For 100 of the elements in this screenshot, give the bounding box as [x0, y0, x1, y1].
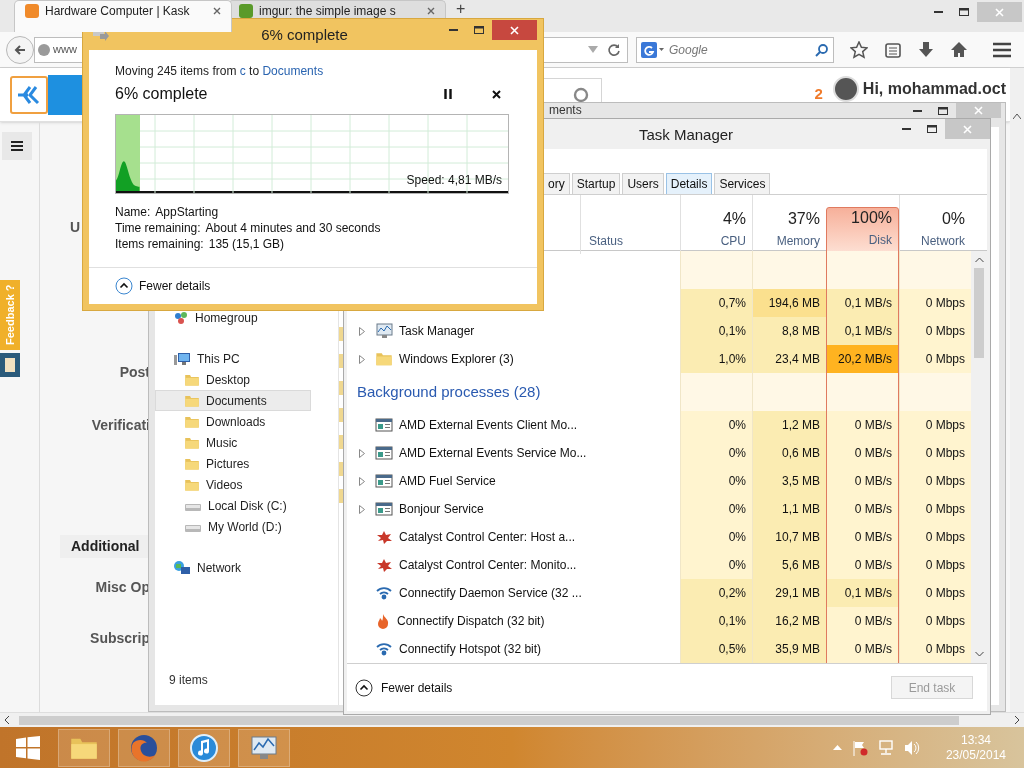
nav-item[interactable]: This PC: [155, 348, 311, 369]
usage-cell: 0 MB/s: [826, 439, 899, 467]
detail-label: Items remaining:: [115, 236, 204, 253]
menu-icon[interactable]: [992, 41, 1012, 58]
expand-icon[interactable]: [359, 476, 365, 486]
process-name[interactable]: Connectify Hotspot (32 bit): [399, 640, 542, 658]
nav-item[interactable]: Local Disk (C:): [155, 495, 311, 516]
browser-tab[interactable]: Hardware Computer | Kask: [14, 0, 232, 32]
fewer-details-button[interactable]: Fewer details: [115, 277, 211, 295]
search-input[interactable]: Google: [669, 40, 811, 59]
nav-item[interactable]: Pictures: [155, 453, 311, 474]
speed-reading: Speed: 4,81 MB/s: [406, 172, 502, 189]
star-icon[interactable]: [850, 40, 868, 59]
process-name[interactable]: Connectify Daemon Service (32 ...: [399, 584, 582, 602]
vertical-scrollbar[interactable]: [971, 251, 987, 663]
form-label: Subscrip: [90, 629, 150, 648]
folder-edge-icon: [339, 354, 343, 368]
process-name[interactable]: Bonjour Service: [399, 500, 484, 518]
usage-cell: 0 Mbps: [899, 579, 971, 607]
scroll-right-icon[interactable]: [1015, 716, 1020, 724]
taskbar-button[interactable]: [58, 728, 110, 767]
homegroup-icon: [173, 310, 189, 325]
usage-cell: 0%: [680, 411, 752, 439]
process-name[interactable]: Catalyst Control Center: Monito...: [399, 556, 577, 574]
usage-cell: 23,4 MB: [752, 345, 826, 373]
expand-icon[interactable]: [359, 504, 365, 514]
dropdown-caret-icon[interactable]: [588, 46, 598, 53]
status-text: 9 items: [168, 672, 209, 689]
home-icon[interactable]: [950, 40, 968, 59]
scroll-down-icon[interactable]: [974, 652, 984, 657]
folder-icon: [184, 414, 200, 429]
usage-cell: 1,1 MB: [752, 495, 826, 523]
taskbar-button[interactable]: [118, 728, 170, 767]
avatar[interactable]: [832, 75, 859, 102]
nav-item[interactable]: Network: [155, 557, 311, 578]
vertical-scrollbar[interactable]: [1010, 68, 1024, 712]
scroll-thumb[interactable]: [19, 715, 959, 725]
tab[interactable]: Services: [714, 173, 771, 194]
column-header[interactable]: 100% Disk: [826, 207, 899, 254]
column-header[interactable]: Status: [589, 232, 624, 250]
nav-item[interactable]: Videos: [155, 474, 311, 495]
group-heading[interactable]: Background processes (28): [357, 380, 541, 404]
scroll-left-icon[interactable]: [4, 716, 9, 724]
download-icon[interactable]: [918, 40, 934, 59]
flag-icon[interactable]: [851, 739, 868, 756]
tab[interactable]: ory: [543, 173, 570, 194]
usage-cell: [899, 251, 971, 289]
user-greeting[interactable]: Hi, mohammad.oct: [862, 76, 1006, 101]
process-name[interactable]: AMD External Events Service Mo...: [399, 444, 587, 462]
usage-cell: 5,6 MB: [752, 551, 826, 579]
process-name[interactable]: Windows Explorer (3): [399, 350, 514, 368]
nav-item[interactable]: Downloads: [155, 411, 311, 432]
form-label: Verificati: [91, 416, 150, 435]
scroll-up-icon[interactable]: [974, 257, 984, 262]
process-name[interactable]: AMD Fuel Service: [399, 472, 496, 490]
back-button[interactable]: [6, 35, 34, 64]
nav-item[interactable]: Documents: [155, 390, 311, 411]
nav-item[interactable]: Desktop: [155, 369, 311, 390]
reading-list-icon[interactable]: [884, 40, 902, 59]
search-icon[interactable]: [815, 42, 829, 57]
feedback-icon[interactable]: [0, 353, 20, 377]
hamburger-button[interactable]: [2, 132, 32, 160]
search-field[interactable]: Google: [636, 36, 834, 63]
fewer-details-button[interactable]: Fewer details: [355, 678, 453, 697]
reload-icon[interactable]: [607, 42, 621, 57]
process-name[interactable]: Connectify Dispatch (32 bit): [397, 612, 545, 630]
nav-item[interactable]: Homegroup: [155, 307, 311, 328]
process-name[interactable]: Catalyst Control Center: Host a...: [399, 528, 576, 546]
tab[interactable]: Details: [665, 173, 713, 194]
new-tab-button[interactable]: +: [456, 1, 466, 17]
process-name[interactable]: AMD External Events Client Mo...: [399, 416, 578, 434]
search-engine-icon[interactable]: [641, 41, 665, 58]
wifi-icon: [375, 641, 393, 657]
folder-icon: [375, 351, 393, 367]
close-icon[interactable]: [492, 89, 501, 99]
tab[interactable]: Startup: [571, 173, 621, 194]
scroll-up-icon[interactable]: [1013, 114, 1021, 119]
search-icon[interactable]: [573, 86, 589, 103]
tab[interactable]: Users: [622, 173, 664, 194]
taskbar-button[interactable]: [178, 728, 230, 767]
pause-icon[interactable]: [444, 89, 452, 99]
expand-icon[interactable]: [359, 448, 365, 458]
folder-edge-icon: [339, 408, 343, 422]
process-name[interactable]: Task Manager: [399, 322, 475, 340]
taskbar-button[interactable]: [238, 728, 290, 767]
destination-link[interactable]: Documents: [262, 64, 324, 78]
source-link[interactable]: c: [239, 64, 246, 78]
logo-icon[interactable]: [10, 75, 48, 114]
window-title: ments: [549, 103, 582, 117]
nav-item[interactable]: My World (D:): [155, 516, 311, 537]
expand-icon[interactable]: [359, 354, 365, 364]
close-icon: [963, 124, 972, 134]
expand-icon[interactable]: [359, 326, 365, 336]
nav-item[interactable]: Music: [155, 432, 311, 453]
usage-cell: 194,6 MB: [752, 289, 826, 317]
minimize-icon: [912, 109, 922, 112]
usage-cell: [680, 373, 752, 411]
scroll-thumb[interactable]: [974, 268, 984, 358]
usage-cell: 0 Mbps: [899, 467, 971, 495]
favicon-icon: [25, 3, 39, 18]
